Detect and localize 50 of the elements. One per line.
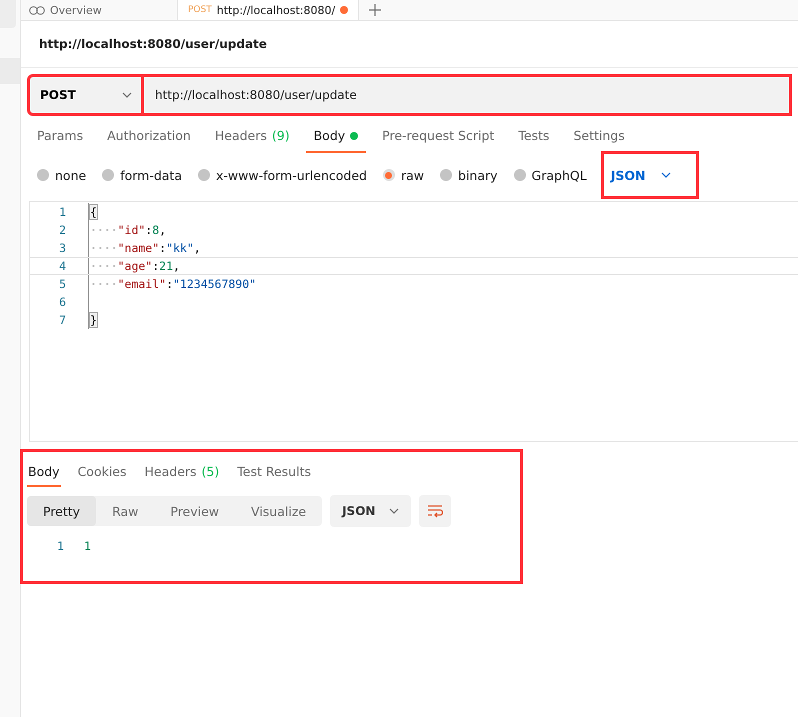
request-section-tab[interactable]: Params — [29, 120, 92, 153]
view-tab[interactable]: Raw — [96, 496, 154, 526]
line-number: 1 — [58, 205, 67, 219]
method-dropdown[interactable]: POST — [29, 76, 143, 114]
line-number: 1 — [57, 539, 64, 553]
code-line: "name":"kk", — [88, 239, 201, 257]
plus-icon[interactable] — [369, 4, 382, 16]
body-type-radio[interactable]: x-www-form-urlencoded — [198, 168, 367, 182]
body-type-radio[interactable]: form-data — [102, 168, 182, 182]
code-line: } — [88, 311, 97, 329]
wrap-lines-icon — [427, 504, 444, 518]
code-line: 1 — [84, 539, 91, 553]
request-section-tab[interactable]: Authorization — [99, 120, 199, 153]
body-type-radio[interactable]: GraphQL — [514, 168, 587, 182]
request-section-tab[interactable]: Body — [306, 120, 366, 153]
code-line: "id":8, — [88, 221, 166, 239]
line-number: 7 — [58, 313, 67, 327]
request-section-tab[interactable]: Settings — [565, 120, 633, 153]
request-title: http://localhost:8080/user/update — [21, 21, 798, 68]
view-tab[interactable]: Preview — [154, 496, 236, 526]
line-number: 2 — [58, 223, 67, 237]
format-dropdown[interactable]: JSON — [602, 153, 698, 197]
request-tab[interactable]: POST http://localhost:8080/ — [177, 0, 360, 20]
line-number: 4 — [58, 259, 67, 273]
code-line: "email":"1234567890" — [88, 275, 256, 293]
body-type-radio[interactable]: raw — [382, 168, 424, 182]
format-dropdown[interactable]: JSON — [330, 495, 412, 527]
url-field[interactable]: http://localhost:8080/user/update — [143, 76, 790, 114]
response-tab[interactable]: Headers (5) — [144, 458, 220, 487]
response-tab[interactable]: Cookies — [76, 458, 128, 487]
chevron-down-icon — [389, 508, 400, 514]
chevron-down-icon — [122, 92, 132, 98]
code-line: "age":21, — [88, 258, 180, 274]
overview-icon — [29, 6, 45, 14]
body-type-radio[interactable]: binary — [440, 168, 498, 182]
view-tab[interactable]: Visualize — [235, 496, 322, 526]
request-section-tab[interactable]: Headers (9) — [206, 120, 298, 153]
response-tab[interactable]: Body — [27, 458, 61, 487]
response-tab[interactable]: Test Results — [236, 458, 312, 487]
line-number: 6 — [58, 295, 67, 309]
chevron-down-icon — [661, 172, 672, 178]
wrap-button[interactable] — [419, 495, 452, 527]
body-type-radio[interactable]: none — [37, 168, 86, 182]
code-line: { — [88, 203, 97, 221]
code-editor[interactable]: 1 { 2 "id":8, 3 "name":"kk", 4 "age":21, 5 "email":"1234567890" 6 7 } — [29, 201, 798, 442]
request-section-tab[interactable]: Tests — [510, 120, 558, 153]
request-section-tab[interactable]: Pre-request Script — [374, 120, 502, 153]
line-number: 3 — [58, 241, 67, 255]
view-tab[interactable]: Pretty — [27, 496, 96, 526]
line-number: 5 — [58, 277, 67, 291]
